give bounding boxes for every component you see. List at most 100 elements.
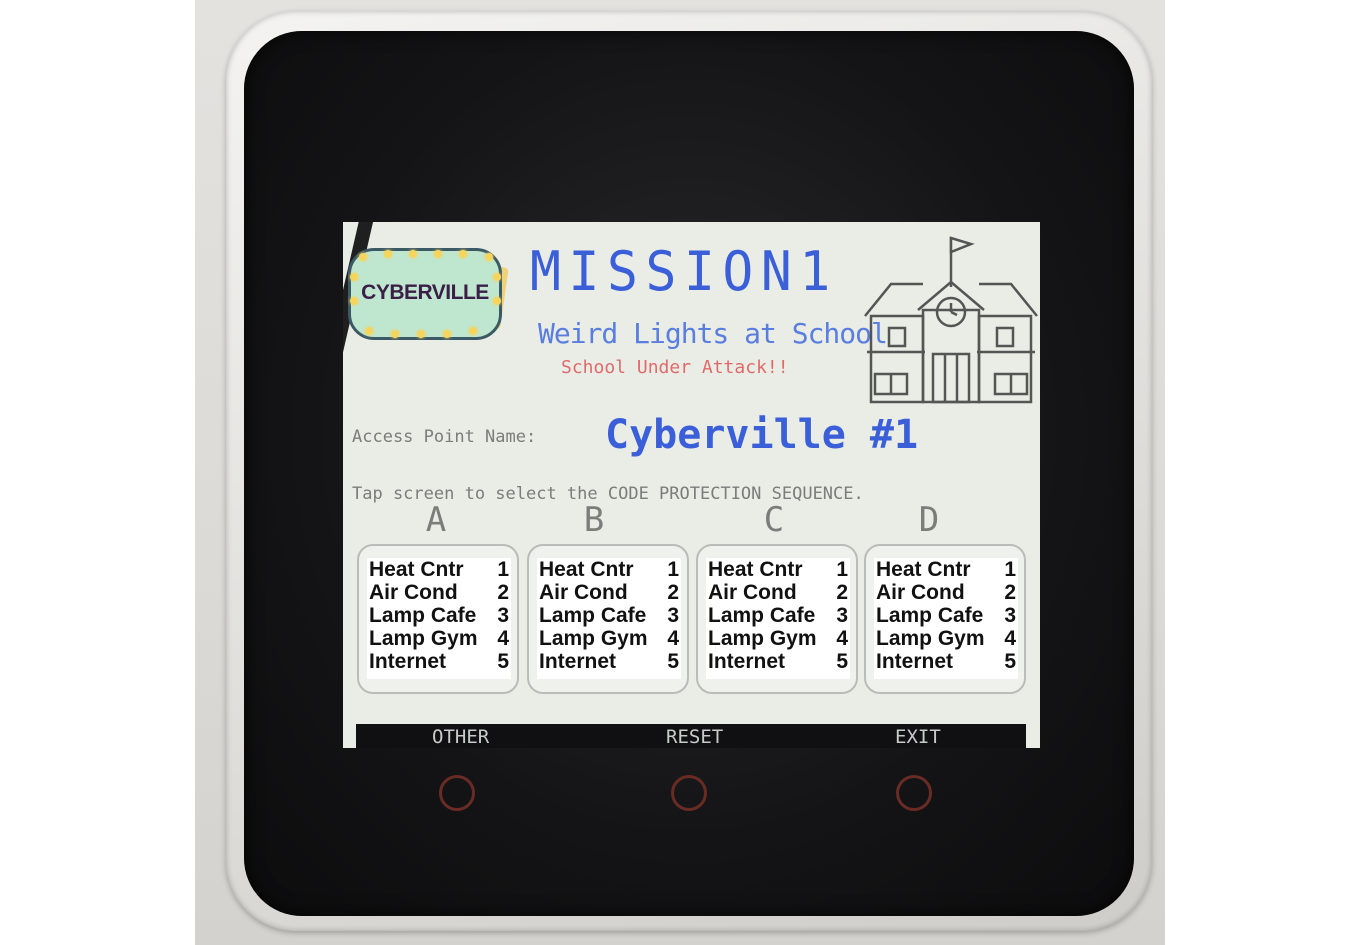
list-item: Heat Cntr 1 <box>874 558 1018 581</box>
option-card-c[interactable]: Heat Cntr 1 Air Cond 2 Lamp Cafe 3 Lamp Gym… <box>696 544 858 694</box>
item-number: 3 <box>667 604 679 627</box>
mission-subtitle: Weird Lights at School <box>538 317 888 350</box>
sign-bulb <box>417 330 425 338</box>
hardware-button-center[interactable] <box>671 775 707 811</box>
reset-button[interactable]: RESET <box>666 726 723 748</box>
option-letter-a: A <box>425 500 447 540</box>
item-number: 5 <box>667 650 679 673</box>
sign-bulb <box>384 250 392 258</box>
item-name: Lamp Cafe <box>539 604 647 627</box>
sign-bulb <box>391 330 399 338</box>
list-item: Heat Cntr 1 <box>537 558 681 581</box>
list-item: Lamp Cafe 3 <box>367 604 511 627</box>
option-card-b[interactable]: Heat Cntr 1 Air Cond 2 Lamp Cafe 3 Lamp Gym… <box>527 544 689 694</box>
exit-button[interactable]: EXIT <box>895 726 941 748</box>
item-number: 2 <box>1004 581 1016 604</box>
list-item: Air Cond 2 <box>367 581 511 604</box>
item-number: 5 <box>497 650 509 673</box>
sign-bulb <box>469 327 477 335</box>
list-item: Lamp Cafe 3 <box>874 604 1018 627</box>
sequence-list: Heat Cntr 1 Air Cond 2 Lamp Cafe 3 Lamp Gym… <box>706 558 850 679</box>
item-number: 4 <box>667 627 679 650</box>
sign-bulb <box>485 253 493 261</box>
list-item: Internet 5 <box>367 650 511 673</box>
other-button[interactable]: OTHER <box>432 726 489 748</box>
sign-bulb <box>409 250 417 258</box>
item-number: 1 <box>497 558 509 581</box>
list-item: Air Cond 2 <box>537 581 681 604</box>
access-point-label: Access Point Name: <box>352 427 537 447</box>
sequence-list: Heat Cntr 1 Air Cond 2 Lamp Cafe 3 Lamp Gym… <box>874 558 1018 679</box>
sequence-list: Heat Cntr 1 Air Cond 2 Lamp Cafe 3 Lamp Gym… <box>367 558 511 679</box>
item-name: Air Cond <box>708 581 797 604</box>
item-number: 2 <box>667 581 679 604</box>
item-number: 1 <box>836 558 848 581</box>
list-item: Lamp Gym 4 <box>537 627 681 650</box>
list-item: Air Cond 2 <box>706 581 850 604</box>
sign-bulb <box>493 273 501 281</box>
item-name: Lamp Cafe <box>708 604 816 627</box>
item-name: Air Cond <box>539 581 628 604</box>
item-name: Air Cond <box>369 581 458 604</box>
item-number: 2 <box>836 581 848 604</box>
item-name: Lamp Gym <box>369 627 478 650</box>
item-number: 3 <box>497 604 509 627</box>
item-number: 4 <box>497 627 509 650</box>
sign-bulb <box>350 273 358 281</box>
item-name: Lamp Gym <box>539 627 648 650</box>
item-name: Heat Cntr <box>539 558 634 581</box>
sign-bulb <box>459 250 467 258</box>
option-card-d[interactable]: Heat Cntr 1 Air Cond 2 Lamp Cafe 3 Lamp Gym… <box>864 544 1026 694</box>
list-item: Heat Cntr 1 <box>367 558 511 581</box>
hardware-button-left[interactable] <box>439 775 475 811</box>
item-number: 5 <box>836 650 848 673</box>
cyberville-sign-icon: CYBERVILLE <box>348 248 502 340</box>
list-item: Internet 5 <box>537 650 681 673</box>
item-number: 3 <box>1004 604 1016 627</box>
sign-text: CYBERVILLE <box>361 281 489 304</box>
sequence-list: Heat Cntr 1 Air Cond 2 Lamp Cafe 3 Lamp Gym… <box>537 558 681 679</box>
item-name: Lamp Cafe <box>369 604 477 627</box>
item-number: 4 <box>836 627 848 650</box>
sign-bulb <box>365 327 373 335</box>
item-name: Internet <box>539 650 617 673</box>
list-item: Heat Cntr 1 <box>706 558 850 581</box>
item-name: Lamp Gym <box>876 627 985 650</box>
item-name: Internet <box>369 650 447 673</box>
list-item: Lamp Gym 4 <box>874 627 1018 650</box>
access-point-name: Cyberville #1 <box>605 412 919 458</box>
item-name: Internet <box>876 650 954 673</box>
list-item: Lamp Cafe 3 <box>706 604 850 627</box>
option-letter-d: D <box>918 500 940 540</box>
item-name: Internet <box>708 650 786 673</box>
touch-screen[interactable]: CYBERVILLE MISSION1 Weird Lights at Scho… <box>343 222 1040 748</box>
sign-bulb <box>359 253 367 261</box>
sign-bulb <box>443 330 451 338</box>
hardware-button-right[interactable] <box>896 775 932 811</box>
school-building-icon <box>864 236 1038 404</box>
list-item: Lamp Cafe 3 <box>537 604 681 627</box>
item-number: 1 <box>1004 558 1016 581</box>
item-name: Air Cond <box>876 581 965 604</box>
item-name: Lamp Cafe <box>876 604 984 627</box>
item-name: Heat Cntr <box>369 558 464 581</box>
item-name: Lamp Gym <box>708 627 817 650</box>
list-item: Internet 5 <box>706 650 850 673</box>
list-item: Lamp Gym 4 <box>706 627 850 650</box>
list-item: Internet 5 <box>874 650 1018 673</box>
item-name: Heat Cntr <box>876 558 971 581</box>
item-name: Heat Cntr <box>708 558 803 581</box>
option-card-a[interactable]: Heat Cntr 1 Air Cond 2 Lamp Cafe 3 Lamp Gym… <box>357 544 519 694</box>
mission-title: MISSION1 <box>530 240 838 303</box>
item-number: 4 <box>1004 627 1016 650</box>
option-letter-b: B <box>583 500 605 540</box>
sign-bulb <box>434 250 442 258</box>
list-item: Lamp Gym 4 <box>367 627 511 650</box>
item-number: 3 <box>836 604 848 627</box>
list-item: Air Cond 2 <box>874 581 1018 604</box>
item-number: 2 <box>497 581 509 604</box>
attack-alert: School Under Attack!! <box>561 357 789 378</box>
option-letter-c: C <box>763 500 785 540</box>
item-number: 1 <box>667 558 679 581</box>
item-number: 5 <box>1004 650 1016 673</box>
